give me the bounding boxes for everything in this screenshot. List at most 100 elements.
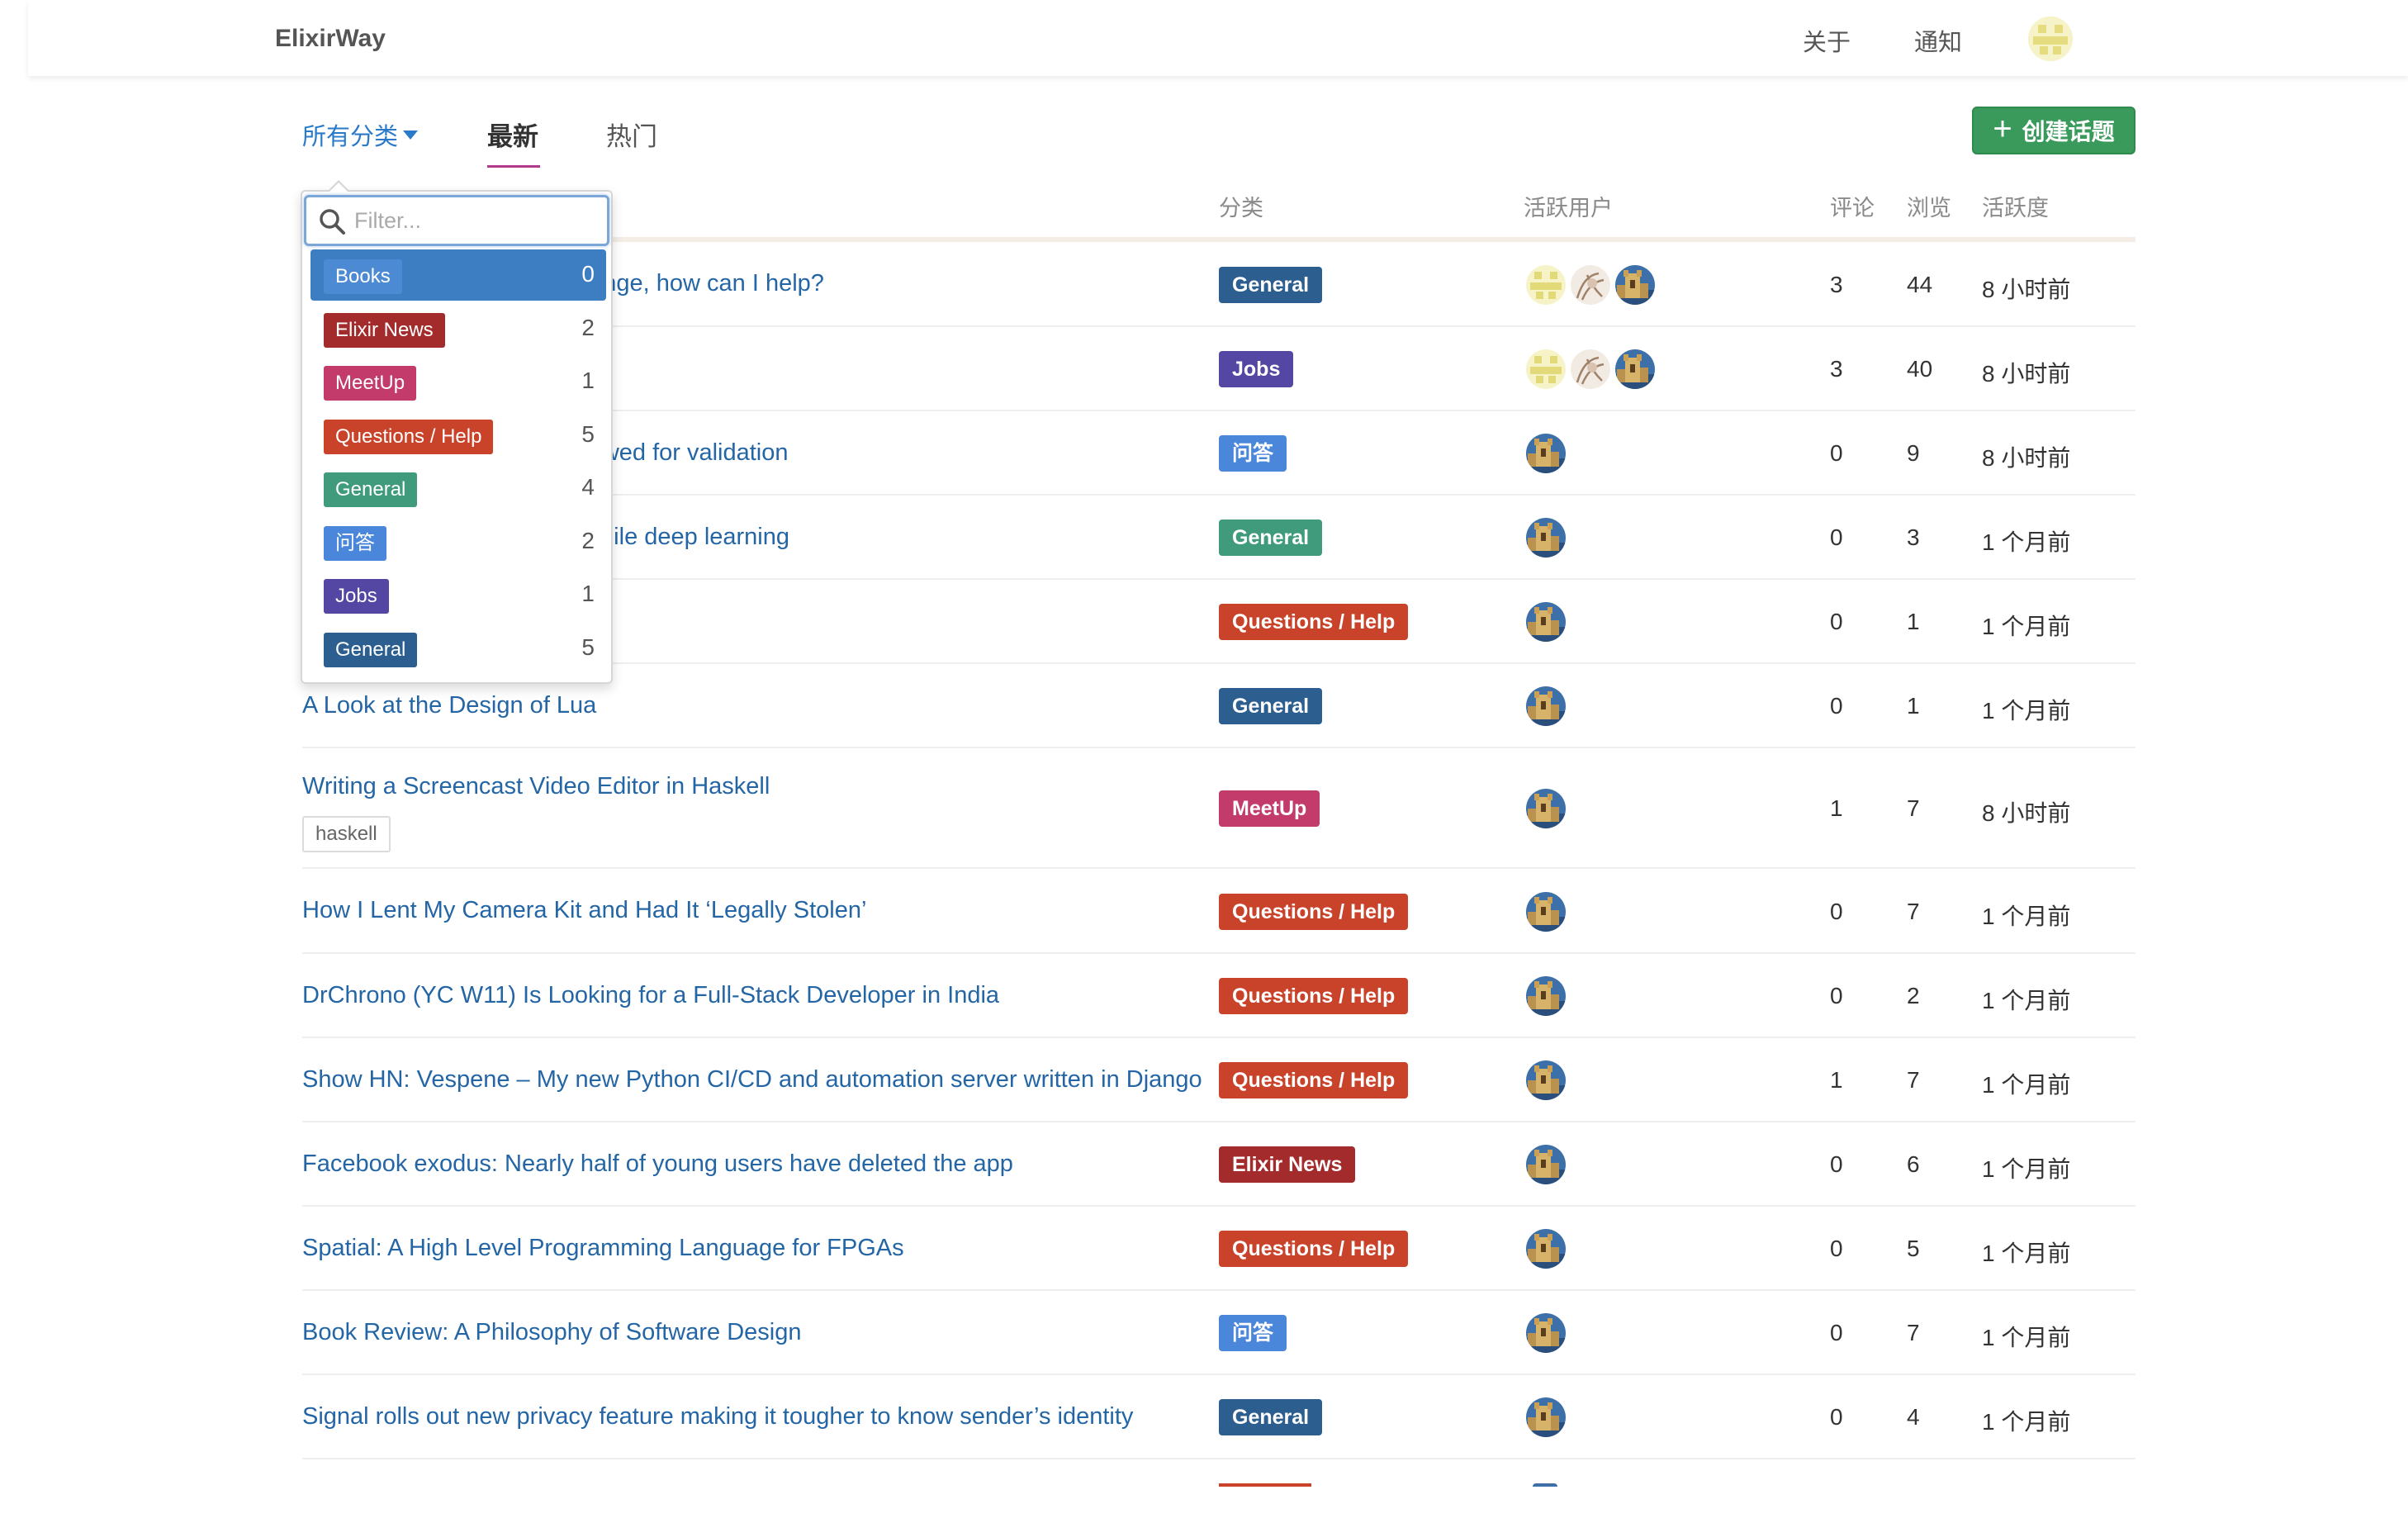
category-badge[interactable]: General — [1219, 520, 1323, 556]
create-topic-button[interactable]: + 创建话题 — [1972, 107, 2135, 154]
column-header-comments: 评论 — [1830, 196, 1875, 221]
topic-row[interactable]: How I Lent My Camera Kit and Had It ‘Leg… — [302, 869, 2135, 954]
topic-row[interactable]: Book Review: A Philosophy of Software De… — [302, 1291, 2135, 1375]
category-badge[interactable]: Questions / Help — [1219, 604, 1409, 640]
avatar-castle-icon[interactable] — [1524, 787, 1567, 830]
category-option-badge: Elixir News — [324, 312, 445, 348]
category-badge[interactable]: Questions / Help — [1219, 1231, 1409, 1267]
category-badge[interactable]: General — [1219, 266, 1323, 303]
category-badge[interactable]: Questions / Help — [1219, 1062, 1409, 1098]
active-users — [1524, 1059, 1569, 1102]
comment-count: 0 — [1830, 983, 1843, 1008]
category-option[interactable]: MeetUp 1 — [310, 356, 606, 407]
topic-title-link[interactable]: Show HN: Vespene – My new Python CI/CD a… — [302, 1066, 1202, 1094]
topic-title-link[interactable]: Facebook exodus: Nearly half of young us… — [302, 1151, 1013, 1178]
topic-title-link[interactable]: Writing a Screencast Video Editor in Has… — [302, 773, 770, 800]
avatar-castle-icon[interactable] — [1524, 1312, 1567, 1355]
category-option-count: 2 — [581, 314, 595, 340]
active-users — [1524, 890, 1569, 933]
topic-row[interactable]: Facebook exodus: Nearly half of young us… — [302, 1122, 2135, 1207]
caret-down-icon — [403, 130, 419, 140]
topic-title-link[interactable]: DrChrono (YC W11) Is Looking for a Full-… — [302, 982, 999, 1009]
category-option[interactable]: Elixir News 2 — [310, 303, 606, 354]
category-option-count: 2 — [581, 527, 595, 553]
comment-count: 0 — [1830, 1404, 1843, 1430]
avatar-castle-icon[interactable] — [1524, 432, 1567, 475]
category-option[interactable]: General 4 — [310, 463, 606, 514]
activity-time: 8 小时前 — [1982, 800, 2071, 826]
category-option-badge: Questions / Help — [324, 419, 494, 454]
view-count: 7 — [1907, 1320, 1920, 1345]
avatar-castle-icon[interactable] — [1524, 685, 1567, 728]
comment-count: 3 — [1830, 356, 1843, 382]
category-badge[interactable]: Elixir News — [1219, 1146, 1356, 1183]
category-option-badge: General — [324, 472, 418, 507]
category-badge[interactable]: Questions / Help — [1219, 978, 1409, 1014]
avatar-castle-icon[interactable] — [1614, 263, 1657, 306]
topic-tag[interactable]: haskell — [302, 816, 391, 852]
category-option-badge: General — [324, 632, 418, 667]
category-option[interactable]: 问答 2 — [310, 516, 606, 567]
view-count: 5 — [1907, 1236, 1920, 1261]
category-badge[interactable]: MeetUp — [1219, 790, 1320, 827]
category-option[interactable]: Questions / Help 5 — [310, 410, 606, 461]
topic-title-link[interactable]: Book Review: A Philosophy of Software De… — [302, 1319, 802, 1346]
user-avatar[interactable] — [2028, 17, 2073, 61]
activity-time: 1 个月前 — [1982, 529, 2071, 555]
topic-title-link[interactable]: How I Lent My Camera Kit and Had It ‘Leg… — [302, 897, 866, 924]
avatar-castle-icon[interactable] — [1614, 348, 1657, 391]
comment-count: 0 — [1830, 440, 1843, 466]
category-dropdown-toggle[interactable]: 所有分类 — [302, 117, 419, 152]
category-badge[interactable]: Questions / Help — [1219, 893, 1409, 930]
tab-latest[interactable]: 最新 — [487, 116, 538, 153]
topic-row[interactable]: DrChrono (YC W11) Is Looking for a Full-… — [302, 954, 2135, 1038]
avatar-castle-icon[interactable] — [1524, 1143, 1567, 1186]
activity-time: 8 小时前 — [1982, 361, 2071, 387]
topic-row[interactable]: Writing a Screencast Video Editor in Has… — [302, 748, 2135, 869]
topic-row[interactable]: Show HN: Vespene – My new Python CI/CD a… — [302, 1038, 2135, 1122]
category-option-count: 5 — [581, 633, 595, 660]
category-filter-input[interactable] — [354, 204, 602, 237]
nav-notify-link[interactable]: 通知 — [1914, 23, 1962, 58]
brand-logo[interactable]: ElixirWay — [275, 25, 386, 53]
avatar-castle-icon[interactable] — [1524, 1059, 1567, 1102]
plus-icon: + — [1993, 111, 2012, 147]
avatar-castle-icon[interactable] — [1524, 516, 1567, 559]
tab-hot[interactable]: 热门 — [606, 116, 657, 153]
comment-count: 0 — [1830, 1320, 1843, 1345]
column-header-active-users: 活跃用户 — [1524, 196, 1613, 221]
category-option[interactable]: General 5 — [310, 623, 606, 674]
avatar-castle-icon[interactable] — [1524, 890, 1567, 933]
comment-count: 1 — [1830, 795, 1843, 821]
avatar-sketch-icon[interactable] — [1569, 263, 1612, 306]
category-badge[interactable]: 问答 — [1219, 1315, 1287, 1351]
topic-row[interactable]: Spatial: A High Level Programming Langua… — [302, 1207, 2135, 1291]
view-count: 9 — [1907, 440, 1920, 466]
topic-title-link[interactable]: Spatial: A High Level Programming Langua… — [302, 1235, 904, 1262]
category-option[interactable]: Jobs 1 — [310, 569, 606, 620]
category-badge[interactable]: General — [1219, 1399, 1323, 1435]
avatar-castle-icon[interactable] — [1524, 1227, 1567, 1270]
avatar-yellow-icon[interactable] — [1524, 263, 1567, 306]
category-badge[interactable]: General — [1219, 688, 1323, 724]
nav-about-link[interactable]: 关于 — [1803, 23, 1851, 58]
category-option[interactable]: Books 0 — [310, 249, 606, 301]
topic-row[interactable]: Signal rolls out new privacy feature mak… — [302, 1375, 2135, 1459]
category-badge[interactable]: Jobs — [1219, 351, 1294, 387]
avatar-yellow-icon[interactable] — [1524, 348, 1567, 391]
category-filter-box[interactable] — [304, 195, 609, 246]
avatar-castle-icon[interactable] — [1524, 975, 1567, 1018]
topic-title-link[interactable]: Signal rolls out new privacy feature mak… — [302, 1403, 1133, 1430]
category-badge[interactable]: 问答 — [1219, 435, 1287, 472]
active-users — [1524, 516, 1569, 559]
view-count: 2 — [1907, 983, 1920, 1008]
active-users — [1524, 1396, 1569, 1439]
avatar-castle-icon[interactable] — [1524, 600, 1567, 643]
avatar-castle-icon[interactable] — [1524, 1396, 1567, 1439]
topic-title-link[interactable]: A Look at the Design of Lua — [302, 692, 596, 719]
category-option-count: 1 — [581, 581, 595, 606]
avatar-sketch-icon[interactable] — [1569, 348, 1612, 391]
activity-time: 8 小时前 — [1982, 276, 2071, 302]
view-count: 7 — [1907, 1067, 1920, 1093]
category-option-badge: MeetUp — [324, 366, 417, 401]
